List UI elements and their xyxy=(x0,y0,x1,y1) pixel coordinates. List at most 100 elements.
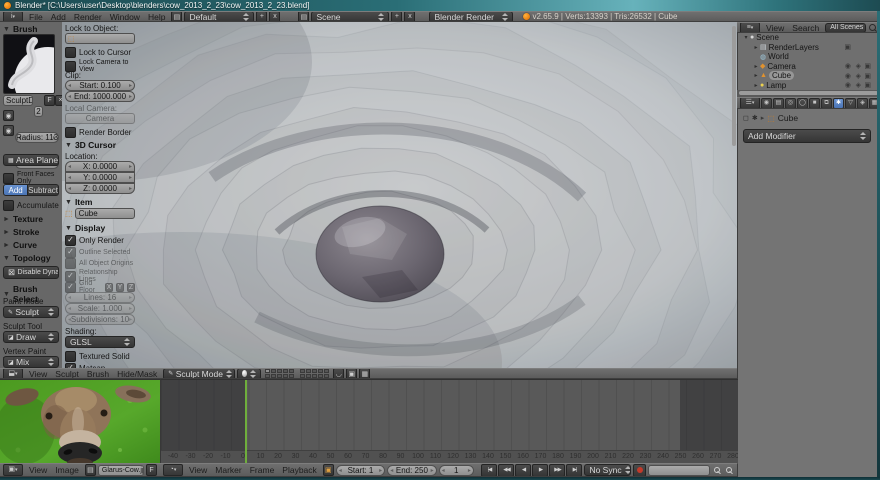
restrict-render-icon[interactable]: ▣ xyxy=(864,81,871,89)
tab-render-layers[interactable]: ▤ xyxy=(773,98,784,108)
record-button[interactable] xyxy=(633,464,647,476)
layer-cell[interactable] xyxy=(324,369,330,373)
layer-cell[interactable] xyxy=(300,369,306,373)
snap-magnet-icon[interactable]: ◡ xyxy=(333,369,345,378)
editor-type-info-button[interactable]: i▾ xyxy=(3,12,23,21)
timeline-area[interactable]: -50-40-30-20-100102030405060708090100110… xyxy=(160,379,738,464)
tab-modifiers[interactable]: ✱ xyxy=(833,98,844,108)
editor-type-outliner-button[interactable]: ≡▾ xyxy=(740,23,760,32)
render-opengl-icon[interactable]: ▣ xyxy=(346,369,358,378)
menu-window[interactable]: Window xyxy=(106,12,144,21)
layers-widget-a[interactable] xyxy=(265,369,295,378)
layer-cell[interactable] xyxy=(271,374,277,378)
restrict-select-icon[interactable]: ◈ xyxy=(856,72,861,80)
jump-to-end-button[interactable]: ▶| xyxy=(566,464,583,476)
image-fake-user-button[interactable]: F xyxy=(146,464,157,476)
restrict-select-icon[interactable]: ◈ xyxy=(856,62,861,70)
jump-to-start-button[interactable]: |◀ xyxy=(481,464,498,476)
menu-search[interactable]: Search xyxy=(788,23,823,32)
layer-cell[interactable] xyxy=(277,369,283,373)
image-browse-icon[interactable]: ▤ xyxy=(84,464,96,476)
tab-world[interactable]: ◯ xyxy=(797,98,808,108)
expander-icon[interactable]: ▾ xyxy=(742,34,750,41)
menu-view[interactable]: View xyxy=(185,465,211,475)
screen-layout-add-button[interactable]: + xyxy=(256,12,268,21)
menu-frame[interactable]: Frame xyxy=(246,465,279,475)
menu-sculpt[interactable]: Sculpt xyxy=(51,369,83,378)
texture-panel-header[interactable]: ► Texture xyxy=(3,214,43,224)
current-frame-field[interactable]: ◂ 1 ▸ xyxy=(438,464,474,476)
menu-file[interactable]: File xyxy=(25,12,47,21)
menu-playback[interactable]: Playback xyxy=(278,465,321,475)
add-button[interactable]: Add xyxy=(3,184,29,196)
restrict-render-icon[interactable]: ▣ xyxy=(844,43,851,51)
screen-layout-select[interactable]: Default xyxy=(184,12,255,21)
sync-select[interactable]: No Sync xyxy=(584,464,632,476)
layers-widget-b[interactable] xyxy=(300,369,330,378)
frame-end-field[interactable]: ◂ End: 250 ▸ xyxy=(387,464,437,476)
image-name-field[interactable]: Glarus-Cow.jpg xyxy=(97,464,144,476)
layer-cell[interactable] xyxy=(300,374,306,378)
outliner-row-lamp[interactable]: ▸ ● Lamp ◉ ◈ ▣ xyxy=(738,81,880,91)
sculpt-tool-select[interactable]: ◪ Draw xyxy=(3,331,59,343)
outliner-row-cube[interactable]: ▸ ▲ Cube ◉ ◈ ▣ xyxy=(738,71,880,81)
keying-set-field[interactable] xyxy=(648,464,710,476)
menu-view[interactable]: View xyxy=(762,23,788,32)
outliner-filter-select[interactable]: All Scenes xyxy=(825,23,866,32)
brush-users-count[interactable]: 2 xyxy=(34,106,43,117)
curve-panel-header[interactable]: ► Curve xyxy=(3,240,37,250)
render-engine-select[interactable]: Blender Render xyxy=(429,12,514,21)
mode-select[interactable]: ✎ Sculpt Mode xyxy=(163,369,236,378)
expander-icon[interactable]: ▸ xyxy=(752,82,760,89)
layer-cell[interactable] xyxy=(289,374,295,378)
tab-render[interactable]: ◉ xyxy=(761,98,772,108)
layer-cell[interactable] xyxy=(318,374,324,378)
vertex-paint-tool-select[interactable]: ◪ Mix xyxy=(3,356,59,368)
editor-type-properties-button[interactable]: ☰▾ xyxy=(740,98,760,108)
editor-type-3dview-button[interactable]: ⬓▾ xyxy=(3,369,23,378)
menu-brush[interactable]: Brush xyxy=(83,369,113,378)
tab-scene[interactable]: ◎ xyxy=(785,98,796,108)
expander-icon[interactable]: ▸ xyxy=(752,63,760,70)
layer-cell[interactable] xyxy=(312,374,318,378)
tab-constraints[interactable]: ⧉ xyxy=(821,98,832,108)
radius-pressure-icon[interactable]: ◉ xyxy=(3,110,14,121)
layer-cell[interactable] xyxy=(289,369,295,373)
strength-pressure-icon[interactable]: ◉ xyxy=(3,125,14,136)
editor-type-image-button[interactable]: ▣▾ xyxy=(3,464,23,476)
prev-keyframe-button[interactable]: ◀◀ xyxy=(498,464,515,476)
outliner-label[interactable]: Cube xyxy=(768,71,795,81)
paint-mode-select[interactable]: ✎ Sculpt xyxy=(3,306,59,318)
scene-browse-icon[interactable]: ▤ xyxy=(298,12,310,21)
layer-cell[interactable] xyxy=(283,374,289,378)
layer-cell[interactable] xyxy=(306,374,312,378)
brush-name-field[interactable]: SculptDraw xyxy=(3,95,33,106)
menu-marker[interactable]: Marker xyxy=(211,465,245,475)
layer-cell[interactable] xyxy=(265,369,271,373)
scene-delete-button[interactable]: x xyxy=(404,12,416,21)
play-reverse-button[interactable]: ◀ xyxy=(515,464,532,476)
screen-layout-delete-button[interactable]: x xyxy=(269,12,281,21)
subtract-button[interactable]: Subtract xyxy=(28,184,59,196)
accumulate-checkbox[interactable]: Accumulate xyxy=(3,200,59,211)
current-frame-playhead[interactable] xyxy=(245,380,247,464)
layer-cell[interactable] xyxy=(265,374,271,378)
search-icon[interactable] xyxy=(868,23,877,32)
outliner-row-world[interactable]: ◍ World xyxy=(738,52,880,62)
insert-keyframe-icon[interactable] xyxy=(712,465,722,476)
layer-cell[interactable] xyxy=(324,374,330,378)
menu-render[interactable]: Render xyxy=(70,12,106,21)
render-opengl-anim-icon[interactable]: ▦ xyxy=(359,369,371,378)
timeline-ruler[interactable]: -50-40-30-20-100102030405060708090100110… xyxy=(161,450,738,464)
stroke-panel-header[interactable]: ► Stroke xyxy=(3,227,39,237)
menu-view[interactable]: View xyxy=(25,369,51,378)
layer-cell[interactable] xyxy=(283,369,289,373)
menu-help[interactable]: Help xyxy=(144,12,169,21)
window-titlebar[interactable]: Blender* [C:\Users\user\Desktop\blenders… xyxy=(0,0,880,11)
editor-type-timeline-button[interactable]: ◔▾ xyxy=(163,464,183,476)
menu-image[interactable]: Image xyxy=(51,465,83,475)
layer-cell[interactable] xyxy=(277,374,283,378)
menu-hide-mask[interactable]: Hide/Mask xyxy=(113,369,161,378)
tab-material[interactable]: ◈ xyxy=(857,98,868,108)
scene-select[interactable]: Scene xyxy=(311,12,390,21)
